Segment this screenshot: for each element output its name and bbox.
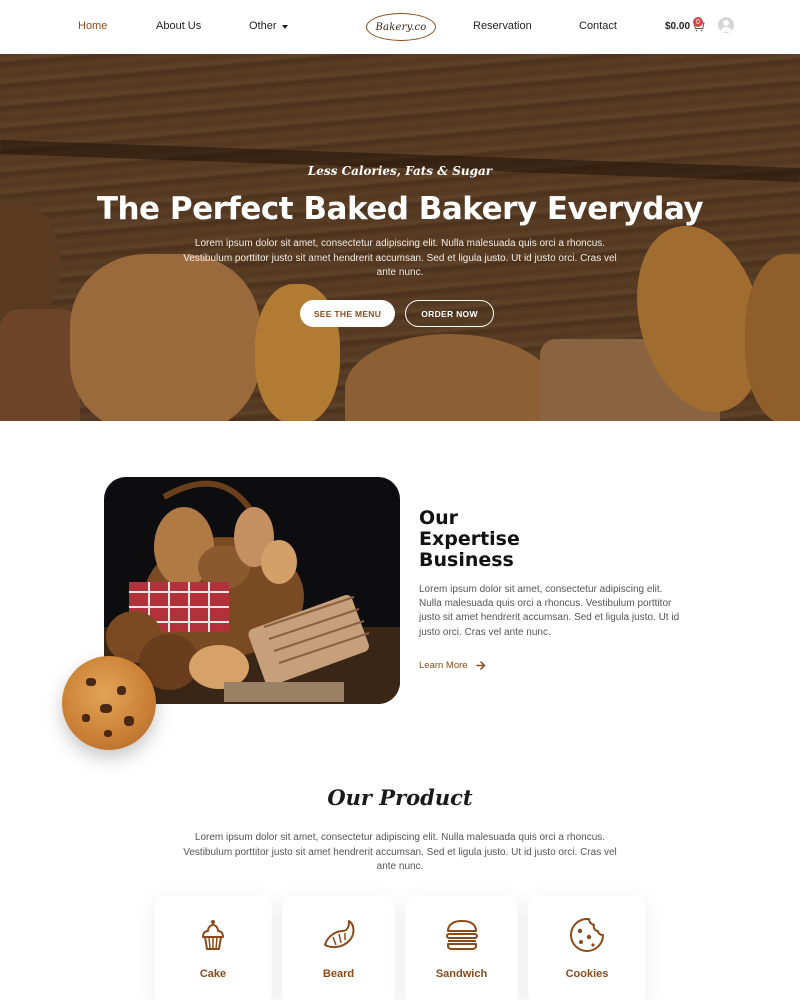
product-card-label: Sandwich <box>435 968 488 980</box>
hero-banner: Less Calories, Fats & Sugar The Perfect … <box>0 54 800 421</box>
logo-text: Bakery.co <box>375 21 427 33</box>
expertise-title: Our Expertise Business <box>419 508 619 571</box>
product-card-label: Cookies <box>565 968 609 980</box>
site-logo[interactable]: Bakery.co <box>366 13 436 41</box>
cookie-image <box>62 656 156 750</box>
product-card-label: Beard <box>322 968 355 980</box>
bread-decoration <box>745 254 800 421</box>
expertise-description: Lorem ipsum dolor sit amet, consectetur … <box>419 584 680 638</box>
caret-down-icon <box>281 24 288 29</box>
hero-description: Lorem ipsum dolor sit amet, consectetur … <box>183 238 617 278</box>
bread-basket-illustration <box>104 480 400 704</box>
nav-other-label: Other <box>249 20 277 32</box>
expertise-title-line: Our <box>419 507 459 529</box>
nav-contact-link[interactable]: Contact <box>579 20 617 32</box>
product-card-beard[interactable]: Beard <box>282 895 395 1000</box>
nav-home-link[interactable]: Home <box>78 20 107 32</box>
arrow-right-icon <box>475 661 485 670</box>
expertise-title-line: Business <box>419 549 514 571</box>
bread-basket-image <box>104 477 400 704</box>
learn-more-link[interactable]: Learn More <box>419 660 486 671</box>
hero-tagline: Less Calories, Fats & Sugar <box>307 164 493 178</box>
nav-about-link[interactable]: About Us <box>156 20 201 32</box>
cupcake-icon <box>202 920 224 950</box>
hero-title: The Perfect Baked Bakery Everyday <box>96 191 704 227</box>
user-avatar-icon[interactable] <box>718 17 734 33</box>
chocolate-chip <box>104 730 112 737</box>
expertise-title-line: Expertise <box>419 528 520 550</box>
cart-total: $0.00 <box>665 20 691 32</box>
product-card-sandwich[interactable]: Sandwich <box>405 895 518 1000</box>
burger-icon <box>445 920 478 950</box>
learn-more-label: Learn More <box>419 660 468 671</box>
chocolate-chip <box>100 704 112 713</box>
products-description: Lorem ipsum dolor sit amet, consectetur … <box>183 832 617 872</box>
chocolate-chip <box>82 714 90 722</box>
cart-count-badge: 0 <box>693 17 703 27</box>
order-now-button[interactable]: ORDER NOW <box>405 300 494 327</box>
bread-decoration <box>345 334 555 421</box>
see-menu-button[interactable]: SEE THE MENU <box>300 300 395 327</box>
products-title: Our Product <box>327 785 473 810</box>
chocolate-chip <box>86 678 96 686</box>
nav-other-dropdown[interactable]: Other <box>249 20 288 32</box>
top-navbar: Home About Us Other Bakery.co Reservatio… <box>0 0 800 54</box>
chocolate-chip <box>117 686 126 695</box>
bread-decoration <box>0 309 80 421</box>
cookie-icon <box>570 918 604 952</box>
nav-reservation-link[interactable]: Reservation <box>473 20 532 32</box>
product-card-label: Cake <box>199 968 227 980</box>
croissant-icon <box>323 920 354 949</box>
product-card-cookies[interactable]: Cookies <box>528 895 646 1000</box>
product-card-cake[interactable]: Cake <box>154 895 272 1000</box>
chocolate-chip <box>124 716 134 726</box>
